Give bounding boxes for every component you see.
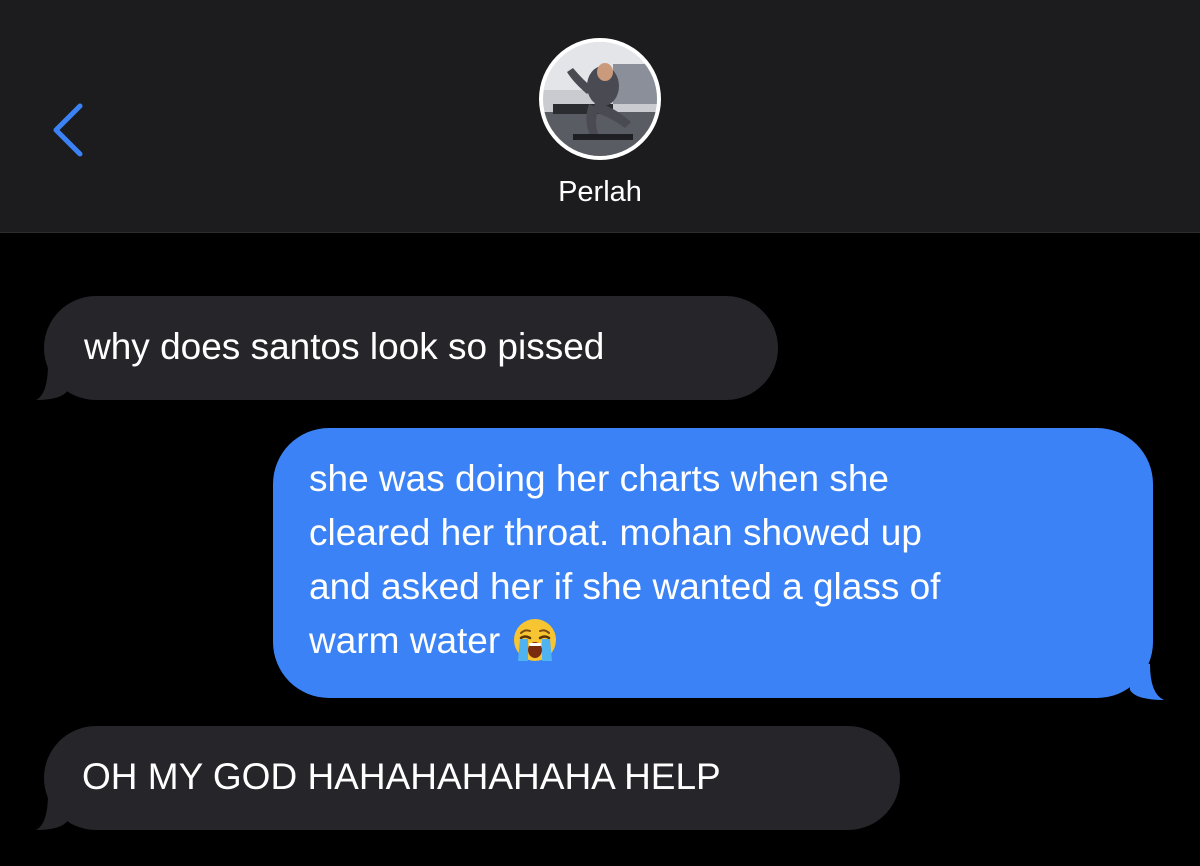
- loudly-crying-face-icon: [514, 619, 557, 662]
- back-button[interactable]: [44, 92, 104, 172]
- avatar-photo: [543, 42, 657, 156]
- contact-name[interactable]: Perlah: [0, 176, 1200, 209]
- message-text: why does santos look so pissed: [84, 326, 605, 367]
- bubble-tail: [36, 364, 68, 400]
- contact-avatar[interactable]: [539, 38, 661, 160]
- message-text-line: warm water: [309, 614, 1153, 668]
- message-text: OH MY GOD HAHAHAHAHAHA HELP: [82, 756, 721, 797]
- message-text-line: cleared her throat. mohan showed up: [309, 512, 922, 553]
- message-text: warm water: [309, 620, 501, 661]
- chevron-left-icon: [53, 103, 83, 157]
- incoming-message-bubble[interactable]: why does santos look so pissed: [44, 296, 778, 400]
- outgoing-message-bubble[interactable]: she was doing her charts when she cleare…: [273, 428, 1153, 698]
- bubble-tail: [1130, 664, 1164, 700]
- bubble-tail: [36, 794, 68, 830]
- message-text-line: she was doing her charts when she: [309, 458, 890, 499]
- conversation-header: Perlah: [0, 0, 1200, 233]
- incoming-message-bubble[interactable]: OH MY GOD HAHAHAHAHAHA HELP: [44, 726, 900, 830]
- message-text-line: and asked her if she wanted a glass of: [309, 566, 941, 607]
